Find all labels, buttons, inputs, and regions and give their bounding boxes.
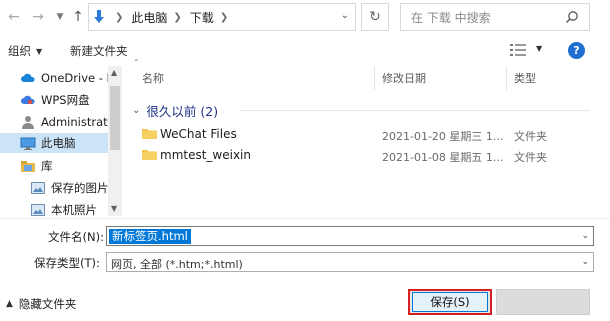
chevron-up-icon: ▲ — [6, 299, 13, 309]
column-divider[interactable] — [506, 66, 507, 90]
organize-button[interactable]: 组织 ▼ — [8, 40, 42, 62]
group-divider — [240, 110, 590, 111]
nav-scrollbar[interactable]: ▲ ▼ — [108, 66, 122, 216]
chevron-down-icon: ▼ — [56, 12, 64, 22]
refresh-button[interactable]: ↻ — [361, 3, 389, 31]
chevron-down-icon[interactable]: ⌄ — [581, 231, 589, 241]
breadcrumb-separator-icon: ❯ — [173, 11, 182, 23]
breadcrumb-separator-icon: ❯ — [115, 11, 124, 23]
arrow-right-icon: → — [32, 9, 44, 25]
search-input[interactable]: 在 下载 中搜索 — [400, 3, 590, 31]
computer-icon — [20, 136, 36, 150]
caret-down-icon: ▼ — [36, 46, 43, 56]
arrow-up-icon: ↑ — [72, 9, 84, 25]
navigation-pane: OneDrive - P WPS网盘 Administrato 此电脑 库 保存… — [0, 66, 122, 216]
nav-item-camera-roll[interactable]: 本机照片 — [0, 200, 108, 216]
save-label: 保存(S) — [430, 295, 470, 309]
library-icon — [20, 159, 36, 173]
picture-library-icon — [30, 203, 46, 216]
file-date: 2021-01-08 星期五 1... — [382, 151, 504, 164]
scroll-down-icon[interactable]: ▼ — [111, 204, 117, 213]
nav-item-saved-pictures[interactable]: 保存的图片 — [0, 178, 108, 198]
file-name: WeChat Files — [160, 127, 237, 141]
address-dropdown-icon[interactable]: ⌄ — [341, 10, 349, 21]
back-button[interactable]: ← — [6, 8, 22, 26]
hide-folders-toggle[interactable]: ▲ 隐藏文件夹 — [6, 296, 76, 312]
save-button-face: 保存(S) — [412, 292, 488, 312]
column-header-name[interactable]: 名称 — [142, 70, 164, 86]
nav-item-label: OneDrive - P — [41, 71, 108, 85]
nav-item-label: 保存的图片 — [51, 181, 108, 195]
address-bar[interactable]: ❯ 此电脑 ❯ 下载 ❯ ⌄ — [88, 3, 356, 31]
nav-item-label: 此电脑 — [41, 136, 76, 150]
file-name: mmtest_weixin — [160, 148, 251, 162]
filetype-select[interactable]: 网页, 全部 (*.htm;*.html) ⌄ — [106, 252, 594, 272]
nav-item-administrator[interactable]: Administrato — [0, 112, 108, 132]
filename-input[interactable]: 新标签页.html ⌄ — [106, 226, 594, 246]
cancel-button[interactable] — [496, 289, 590, 315]
user-icon — [20, 115, 36, 129]
column-divider[interactable] — [374, 66, 375, 90]
up-button[interactable]: ↑ — [70, 8, 86, 26]
filetype-label: 保存类型(T): — [34, 256, 100, 270]
scroll-up-icon[interactable]: ▲ — [111, 68, 117, 77]
nav-item-wps[interactable]: WPS网盘 — [0, 90, 108, 110]
file-row-wechat[interactable]: WeChat Files 2021-01-20 星期三 1... 文件夹 — [132, 124, 590, 144]
file-row-mmtest[interactable]: mmtest_weixin 2021-01-08 星期五 1... 文件夹 — [132, 145, 590, 165]
save-button[interactable]: 保存(S) — [408, 289, 492, 315]
folder-icon — [142, 148, 157, 163]
filetype-value: 网页, 全部 (*.htm;*.html) — [111, 258, 243, 271]
recent-locations-button[interactable]: ▼ — [52, 8, 68, 26]
search-icon — [565, 10, 579, 27]
new-folder-label: 新建文件夹 — [70, 44, 128, 58]
cloud-icon — [20, 71, 36, 85]
view-caret-icon[interactable]: ▼ — [536, 44, 542, 53]
nav-item-onedrive[interactable]: OneDrive - P — [0, 68, 108, 88]
download-folder-icon — [89, 4, 109, 30]
organize-label: 组织 — [8, 44, 31, 58]
breadcrumb-separator-icon: ❯ — [219, 11, 229, 23]
scrollbar-thumb[interactable] — [110, 86, 120, 150]
help-icon: ? — [573, 44, 580, 57]
nav-item-label: Administrato — [41, 115, 108, 129]
folder-icon — [142, 127, 157, 142]
refresh-icon: ↻ — [369, 9, 381, 25]
column-header-type[interactable]: 类型 — [514, 70, 536, 86]
collapse-up-icon[interactable]: ⌃ — [133, 58, 140, 67]
view-options-icon[interactable] — [510, 44, 526, 59]
arrow-left-icon: ← — [8, 9, 20, 25]
nav-item-label: 库 — [41, 159, 53, 173]
new-folder-button[interactable]: 新建文件夹 — [70, 40, 128, 62]
breadcrumb-this-pc[interactable]: 此电脑 — [131, 9, 167, 26]
group-label: 很久以前 (2) — [146, 104, 219, 119]
help-button[interactable]: ? — [568, 42, 585, 59]
chevron-down-icon: ⌄ — [581, 257, 589, 267]
chevron-down-icon: ⌄ — [132, 105, 141, 116]
nav-item-label: WPS网盘 — [41, 93, 90, 107]
group-header[interactable]: ⌄ 很久以前 (2) — [132, 101, 218, 120]
picture-library-icon — [30, 181, 46, 195]
filename-label: 文件名(N): — [48, 230, 104, 244]
column-header-date[interactable]: 修改日期 — [382, 70, 426, 86]
forward-button[interactable]: → — [30, 8, 46, 26]
nav-item-library[interactable]: 库 — [0, 156, 108, 176]
file-date: 2021-01-20 星期三 1... — [382, 130, 504, 143]
file-type: 文件夹 — [514, 130, 547, 143]
search-placeholder: 在 下载 中搜索 — [411, 10, 491, 25]
filename-value: 新标签页.html — [109, 229, 191, 244]
nav-item-this-pc[interactable]: 此电脑 — [0, 133, 108, 153]
nav-item-label: 本机照片 — [51, 203, 97, 216]
cloud-drive-icon — [20, 93, 36, 107]
hide-folders-label: 隐藏文件夹 — [18, 297, 77, 311]
file-type: 文件夹 — [514, 151, 547, 164]
breadcrumb-downloads[interactable]: 下载 — [190, 9, 214, 26]
